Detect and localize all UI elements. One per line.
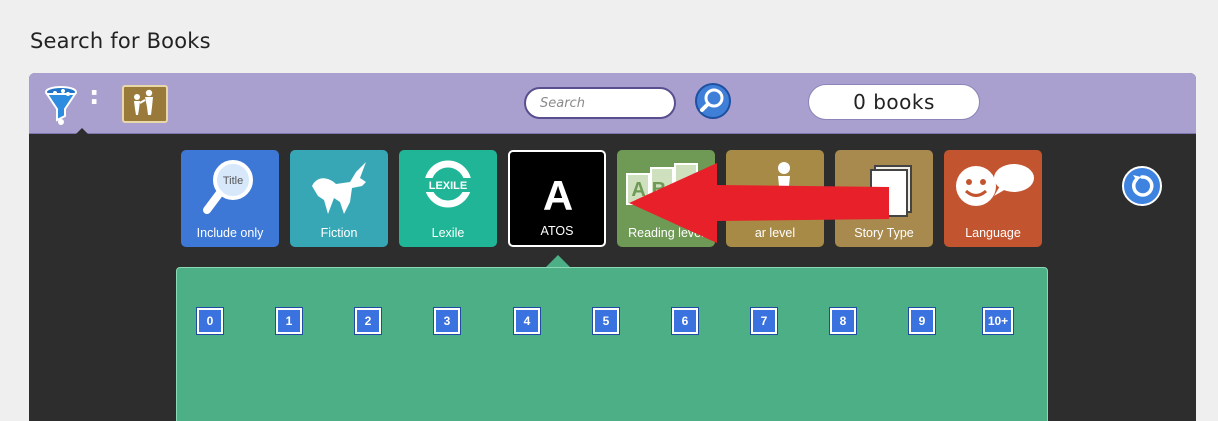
- speech-face-icon: [956, 164, 1034, 206]
- level-button-2[interactable]: 2: [355, 308, 381, 334]
- level-button-1[interactable]: 1: [276, 308, 302, 334]
- filter-tile-include-only[interactable]: Title Include only: [181, 150, 279, 247]
- title-search-icon: Title: [203, 160, 253, 214]
- lexile-logo-icon: LEXILE: [423, 160, 473, 208]
- panel-pointer: [546, 255, 570, 267]
- reset-button[interactable]: [1122, 166, 1162, 206]
- filter-tile-lexile[interactable]: LEXILE Lexile: [399, 150, 497, 247]
- filter-separator: :: [89, 81, 100, 111]
- reset-icon: [1132, 175, 1154, 197]
- family-figure-icon: [134, 89, 153, 115]
- page-title: Search for Books: [30, 29, 211, 53]
- level-button-10-plus[interactable]: 10+: [983, 308, 1013, 334]
- svg-text:A: A: [543, 172, 573, 219]
- search-input[interactable]: [524, 87, 676, 119]
- filter-label: Lexile: [431, 226, 465, 240]
- level-button-3[interactable]: 3: [434, 308, 460, 334]
- magnifier-icon: [700, 88, 724, 112]
- book-search-card: : 0 books Title Include only: [29, 73, 1196, 421]
- svg-text:LEXILE: LEXILE: [429, 180, 468, 192]
- letter-a-icon: A: [543, 172, 573, 219]
- level-button-4[interactable]: 4: [514, 308, 540, 334]
- filter-tile-language[interactable]: Language: [944, 150, 1042, 247]
- filter-toolbar: : 0 books: [29, 73, 1196, 136]
- funnel-icon[interactable]: [43, 85, 79, 127]
- filter-label: Language: [965, 226, 1021, 240]
- level-button-0[interactable]: 0: [197, 308, 223, 334]
- level-button-8[interactable]: 8: [830, 308, 856, 334]
- unicorn-icon: [312, 162, 366, 214]
- level-button-7[interactable]: 7: [751, 308, 777, 334]
- filter-tile-atos[interactable]: A ATOS: [508, 150, 606, 247]
- level-button-5[interactable]: 5: [593, 308, 619, 334]
- level-button-6[interactable]: 6: [672, 308, 698, 334]
- book-count: 0 books: [808, 84, 980, 120]
- level-button-9[interactable]: 9: [909, 308, 935, 334]
- filter-label: Include only: [196, 226, 264, 240]
- svg-text:Title: Title: [223, 175, 243, 187]
- atos-level-panel: 0 1 2 3 4 5 6 7 8 9 10+: [176, 267, 1048, 421]
- filter-label: ATOS: [540, 224, 574, 238]
- annotation-arrow: [629, 163, 889, 243]
- toolbar-notch: [74, 128, 90, 136]
- family-icon[interactable]: [122, 85, 168, 123]
- filter-tile-fiction[interactable]: Fiction: [290, 150, 388, 247]
- search-button[interactable]: [695, 83, 731, 119]
- filter-label: Fiction: [320, 226, 358, 240]
